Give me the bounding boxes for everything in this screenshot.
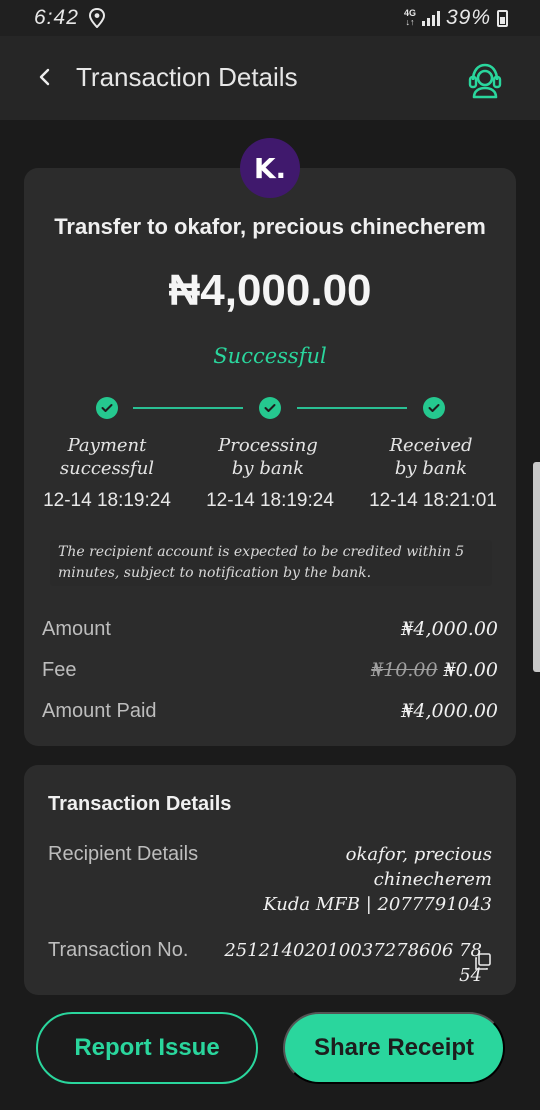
step-2-label: Processing by bank — [218, 435, 318, 479]
amount-label: Amount — [42, 618, 111, 640]
step-connector-2 — [297, 407, 407, 409]
location-icon — [88, 8, 106, 28]
step-connector-1 — [133, 407, 243, 409]
credit-notice: The recipient account is expected to be … — [50, 540, 492, 586]
edge-panel-handle[interactable] — [533, 462, 540, 672]
step-3-time: 12-14 18:21:01 — [369, 490, 497, 511]
copy-icon[interactable] — [474, 953, 492, 971]
recipient-label: Recipient Details — [48, 843, 199, 865]
fee-original: ₦10.00 — [371, 659, 438, 681]
step-2-time: 12-14 18:19:24 — [206, 490, 334, 511]
amount-value: ₦4,000.00 — [401, 618, 498, 640]
data-arrows-icon: ↓↑ — [405, 17, 415, 27]
page-title: Transaction Details — [76, 62, 298, 92]
status-time: 6:42 — [34, 6, 79, 29]
status-bar: 6:42 4G ↓↑ 39% — [0, 0, 540, 36]
fee-label: Fee — [42, 659, 77, 681]
merchant-logo: K. — [240, 138, 300, 198]
step-1-check-icon — [96, 397, 118, 419]
signal-icon — [421, 10, 440, 26]
amount-paid-value: ₦4,000.00 — [401, 700, 498, 722]
headset-agent-icon[interactable] — [466, 60, 504, 100]
step-3-label: Received by bank — [389, 435, 473, 479]
report-issue-button[interactable]: Report Issue — [36, 1012, 258, 1084]
step-1-label: Payment successful — [59, 435, 155, 479]
network-type: 4G ↓↑ — [403, 8, 416, 27]
recipient-value: okafor, precious chinecherem Kuda MFB | … — [263, 844, 492, 915]
status-indicators: 4G ↓↑ 39% — [404, 6, 508, 30]
step-1-time: 12-14 18:19:24 — [43, 490, 171, 511]
chevron-left-icon — [39, 68, 50, 86]
share-receipt-button[interactable]: Share Receipt — [283, 1012, 505, 1084]
transaction-status: Successful — [213, 344, 327, 368]
transaction-number-label: Transaction No. — [48, 939, 189, 961]
back-button[interactable] — [28, 60, 62, 94]
transaction-amount: ₦4,000.00 — [168, 266, 372, 315]
details-title: Transaction Details — [48, 793, 232, 815]
transaction-title: Transfer to okafor, precious chinecherem — [54, 214, 486, 239]
fee-value: ₦0.00 — [443, 659, 498, 681]
app-bar: Transaction Details — [0, 36, 540, 120]
fee-value-group: ₦10.00 ₦0.00 — [371, 659, 498, 681]
battery-percent: 39% — [445, 6, 491, 29]
battery-icon — [497, 9, 508, 27]
step-2-check-icon — [259, 397, 281, 419]
amount-paid-label: Amount Paid — [42, 700, 157, 722]
transaction-number-value: 25121402010037278606 78 54 — [224, 940, 482, 986]
step-3-check-icon — [423, 397, 445, 419]
